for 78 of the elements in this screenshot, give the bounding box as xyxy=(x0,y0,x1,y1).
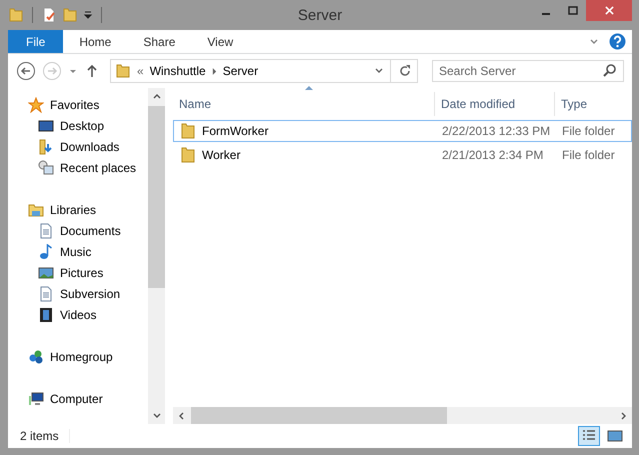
nav-label: Desktop xyxy=(60,118,104,132)
nav-label: Downloads xyxy=(60,140,120,154)
nav-label: Recent places xyxy=(60,160,136,174)
details-view-button[interactable] xyxy=(578,426,600,446)
nav-item[interactable]: Homegroup xyxy=(8,346,148,367)
scroll-thumb[interactable] xyxy=(191,407,447,424)
nav-label: Subversion xyxy=(60,286,120,300)
minimize-icon xyxy=(542,12,550,14)
ribbon-tab[interactable]: Home xyxy=(63,30,128,53)
window-title: Server xyxy=(298,6,342,24)
ribbon-tab[interactable]: Share xyxy=(127,30,192,53)
file-row[interactable]: Worker 2/21/2013 2:34 PM File folder xyxy=(173,144,632,166)
document-icon xyxy=(38,222,54,238)
monitor-icon xyxy=(38,118,54,134)
nav-item[interactable]: Downloads xyxy=(8,136,148,157)
close-button[interactable] xyxy=(586,0,632,21)
nav-item[interactable]: Desktop xyxy=(8,115,148,136)
picture-icon xyxy=(607,428,623,444)
film-strip-icon xyxy=(38,306,54,322)
sort-arrow-icon xyxy=(305,86,313,90)
nav-item[interactable]: Recent places xyxy=(8,157,148,178)
file-row[interactable]: FormWorker 2/22/2013 12:33 PM File folder xyxy=(173,120,632,142)
breadcrumb[interactable]: Winshuttle xyxy=(150,64,206,78)
nav-item[interactable]: Pictures xyxy=(8,262,148,283)
folder-icon xyxy=(180,123,196,139)
nav-label: Music xyxy=(60,244,92,258)
back-icon[interactable] xyxy=(16,61,36,81)
folder-icon xyxy=(180,147,196,163)
nav-item[interactable]: Documents xyxy=(8,220,148,241)
nav-label: Documents xyxy=(60,224,121,238)
nav-label: Videos xyxy=(60,308,96,322)
help-icon[interactable] xyxy=(609,33,626,50)
search-field[interactable]: Search Server xyxy=(432,60,624,82)
computer-icon xyxy=(28,390,44,406)
file-name: Worker xyxy=(202,148,240,162)
nav-label: Pictures xyxy=(60,266,104,280)
nav-label: Favorites xyxy=(50,98,100,112)
library-folder-icon xyxy=(28,202,44,218)
item-count: 2 items xyxy=(20,429,70,443)
column-header[interactable]: Type xyxy=(555,92,632,116)
nav-item[interactable]: Videos xyxy=(8,304,148,325)
nav-item[interactable]: Favorites xyxy=(8,94,148,115)
column-header[interactable]: Name xyxy=(173,92,435,116)
horizontal-scrollbar[interactable] xyxy=(173,407,632,424)
expand-ribbon-icon[interactable] xyxy=(589,36,599,46)
download-folder-icon xyxy=(38,138,54,154)
scroll-thumb[interactable] xyxy=(148,106,165,288)
date-cell-text: 2/22/2013 12:33 PM xyxy=(441,124,552,138)
nav-item[interactable]: Subversion xyxy=(8,283,148,304)
close-icon xyxy=(604,6,614,15)
type-cell-text: File folder xyxy=(561,148,616,162)
overflow-chevron[interactable]: « xyxy=(137,64,144,78)
recent-places-icon xyxy=(38,160,54,176)
file-name: FormWorker xyxy=(202,124,268,138)
nav-item[interactable]: Libraries xyxy=(8,199,148,220)
column-header[interactable]: Date modified xyxy=(435,92,555,116)
picture-icon xyxy=(38,264,54,280)
nav-item[interactable]: Music xyxy=(8,241,148,262)
nav-item[interactable]: Computer xyxy=(8,388,148,409)
date-cell-text: 2/21/2013 2:34 PM xyxy=(441,148,544,162)
star-icon xyxy=(28,96,44,112)
ribbon-tab[interactable]: View xyxy=(191,30,250,53)
maximize-icon xyxy=(568,6,578,16)
type-cell-text: File folder xyxy=(561,124,616,138)
document-icon xyxy=(38,286,54,302)
search-icon[interactable] xyxy=(602,63,618,79)
breadcrumb-arrow-icon[interactable] xyxy=(212,68,217,74)
vertical-scrollbar[interactable] xyxy=(148,88,165,424)
music-note-icon xyxy=(38,244,54,260)
nav-label: Libraries xyxy=(50,202,96,216)
nav-label: Homegroup xyxy=(50,350,113,364)
ribbon-tab[interactable]: File xyxy=(8,30,64,53)
address-bar[interactable]: « Winshuttle Server xyxy=(110,59,418,83)
nav-label: Computer xyxy=(50,392,103,406)
breadcrumb[interactable]: Server xyxy=(222,64,258,78)
folder-icon xyxy=(115,63,131,79)
dropdown-icon[interactable] xyxy=(83,10,93,20)
homegroup-icon xyxy=(28,348,44,364)
